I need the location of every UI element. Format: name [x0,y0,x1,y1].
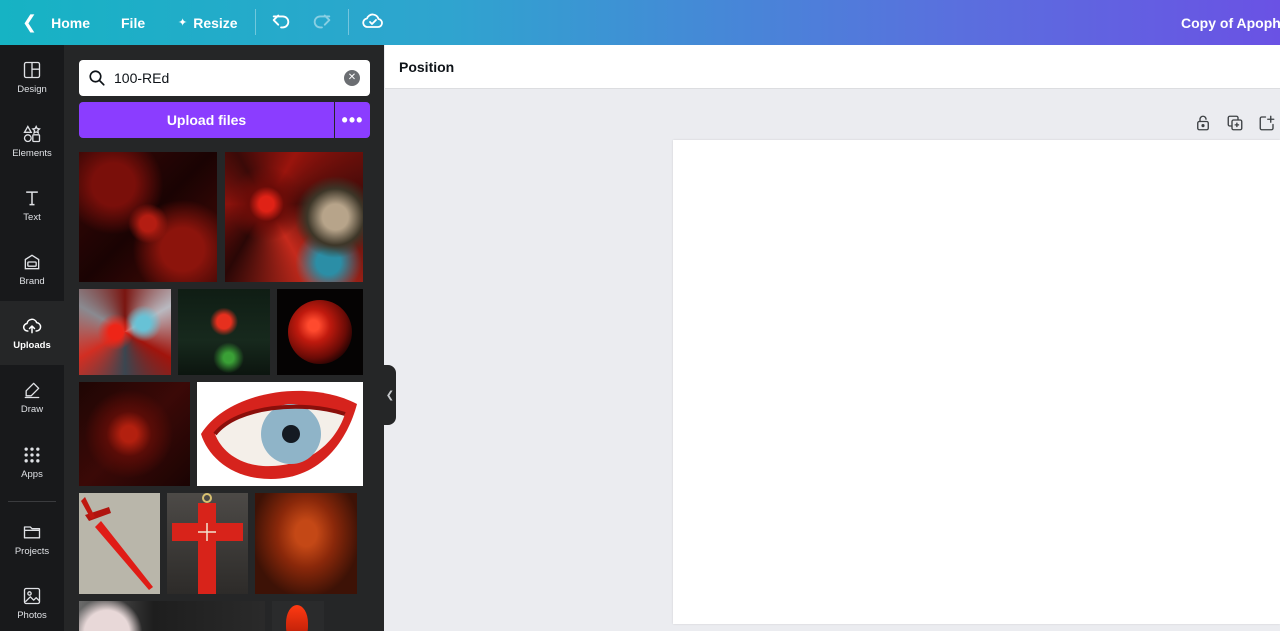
rail-item-draw[interactable]: Draw [0,365,64,429]
chevron-left-icon: ❮ [385,389,395,401]
shapes-icon [23,124,41,142]
rail-label: Brand [19,275,45,287]
sparkle-icon: ✦ [178,17,188,29]
eye-artwork [201,390,357,479]
home-label: Home [51,14,90,31]
brand-icon [24,254,40,269]
design-canvas[interactable] [673,140,1280,624]
rail-divider [8,501,56,502]
sword-artwork [81,497,153,590]
search-box[interactable]: ✕ [79,60,370,96]
cross-artwork [172,493,243,594]
rail-label: Elements [12,147,52,159]
layout-icon [23,61,41,78]
add-page-icon[interactable] [1258,114,1276,132]
rail-item-projects[interactable]: Projects [0,507,64,571]
upload-thumbnail[interactable] [197,382,363,486]
collapse-panel-button[interactable]: ❮ [384,365,396,425]
file-menu-button[interactable]: File [121,0,145,45]
folder-icon [23,525,41,538]
clear-search-icon[interactable]: ✕ [344,70,360,86]
rail-item-uploads[interactable]: Uploads [0,301,64,365]
search-icon [89,70,105,86]
chevron-left-icon: ❮ [22,12,38,32]
upload-thumbnail[interactable] [178,289,270,375]
cloud-upload-icon [22,318,42,333]
redo-icon[interactable] [311,10,333,32]
file-label: File [121,14,146,31]
image-icon [23,587,41,604]
top-bar: ❮ Home File ✦ Resize Copy of Apophys [0,0,1280,45]
document-title[interactable]: Copy of Apophys [1181,0,1280,45]
toolbar-divider [348,9,349,35]
upload-thumbnail[interactable] [272,601,324,631]
rail-label: Apps [21,468,43,480]
rail-item-apps[interactable]: Apps [0,430,64,494]
undo-icon[interactable] [270,10,292,32]
rail-label: Uploads [13,339,51,351]
rail-item-text[interactable]: Text [0,173,64,237]
rail-label: Photos [17,609,47,621]
upload-thumbnail[interactable] [79,152,217,282]
rail-item-photos[interactable]: Photos [0,571,64,631]
resize-label: Resize [193,14,238,31]
resize-button[interactable]: ✦ Resize [178,0,238,45]
upload-thumbnail[interactable] [277,289,363,375]
pen-icon [24,382,40,398]
rail-item-brand[interactable]: Brand [0,237,64,301]
apps-grid-icon [24,447,40,462]
lock-icon[interactable] [1194,114,1212,132]
rail-label: Design [17,83,47,95]
search-input[interactable] [114,70,334,86]
cloud-saved-icon[interactable] [361,9,385,33]
ellipsis-icon: ••• [341,109,364,130]
upload-thumbnail[interactable] [225,152,363,282]
rail-item-design[interactable]: Design [0,45,64,109]
context-toolbar: Position [385,45,1280,89]
upload-thumbnail[interactable] [255,493,357,594]
upload-thumbnail[interactable] [79,493,160,594]
toolbar-divider [255,9,256,35]
upload-thumbnail[interactable] [79,601,265,631]
side-rail: Design Elements Text Brand Uploads Draw … [0,45,64,631]
rail-label: Projects [14,545,50,557]
upload-thumbnail[interactable] [167,493,248,594]
text-icon [26,190,38,205]
rail-item-elements[interactable]: Elements [0,109,64,173]
upload-thumbnail[interactable] [79,382,190,486]
more-options-button[interactable]: ••• [335,102,370,138]
upload-thumbnail[interactable] [79,289,171,375]
uploads-panel: ✕ Upload files ••• [64,45,384,631]
rail-label: Draw [20,403,44,415]
duplicate-page-icon[interactable] [1226,114,1244,132]
rail-label: Text [23,211,41,223]
home-button[interactable]: ❮ Home [22,0,90,45]
upload-files-button[interactable]: Upload files [79,102,334,138]
position-button[interactable]: Position [399,59,454,75]
